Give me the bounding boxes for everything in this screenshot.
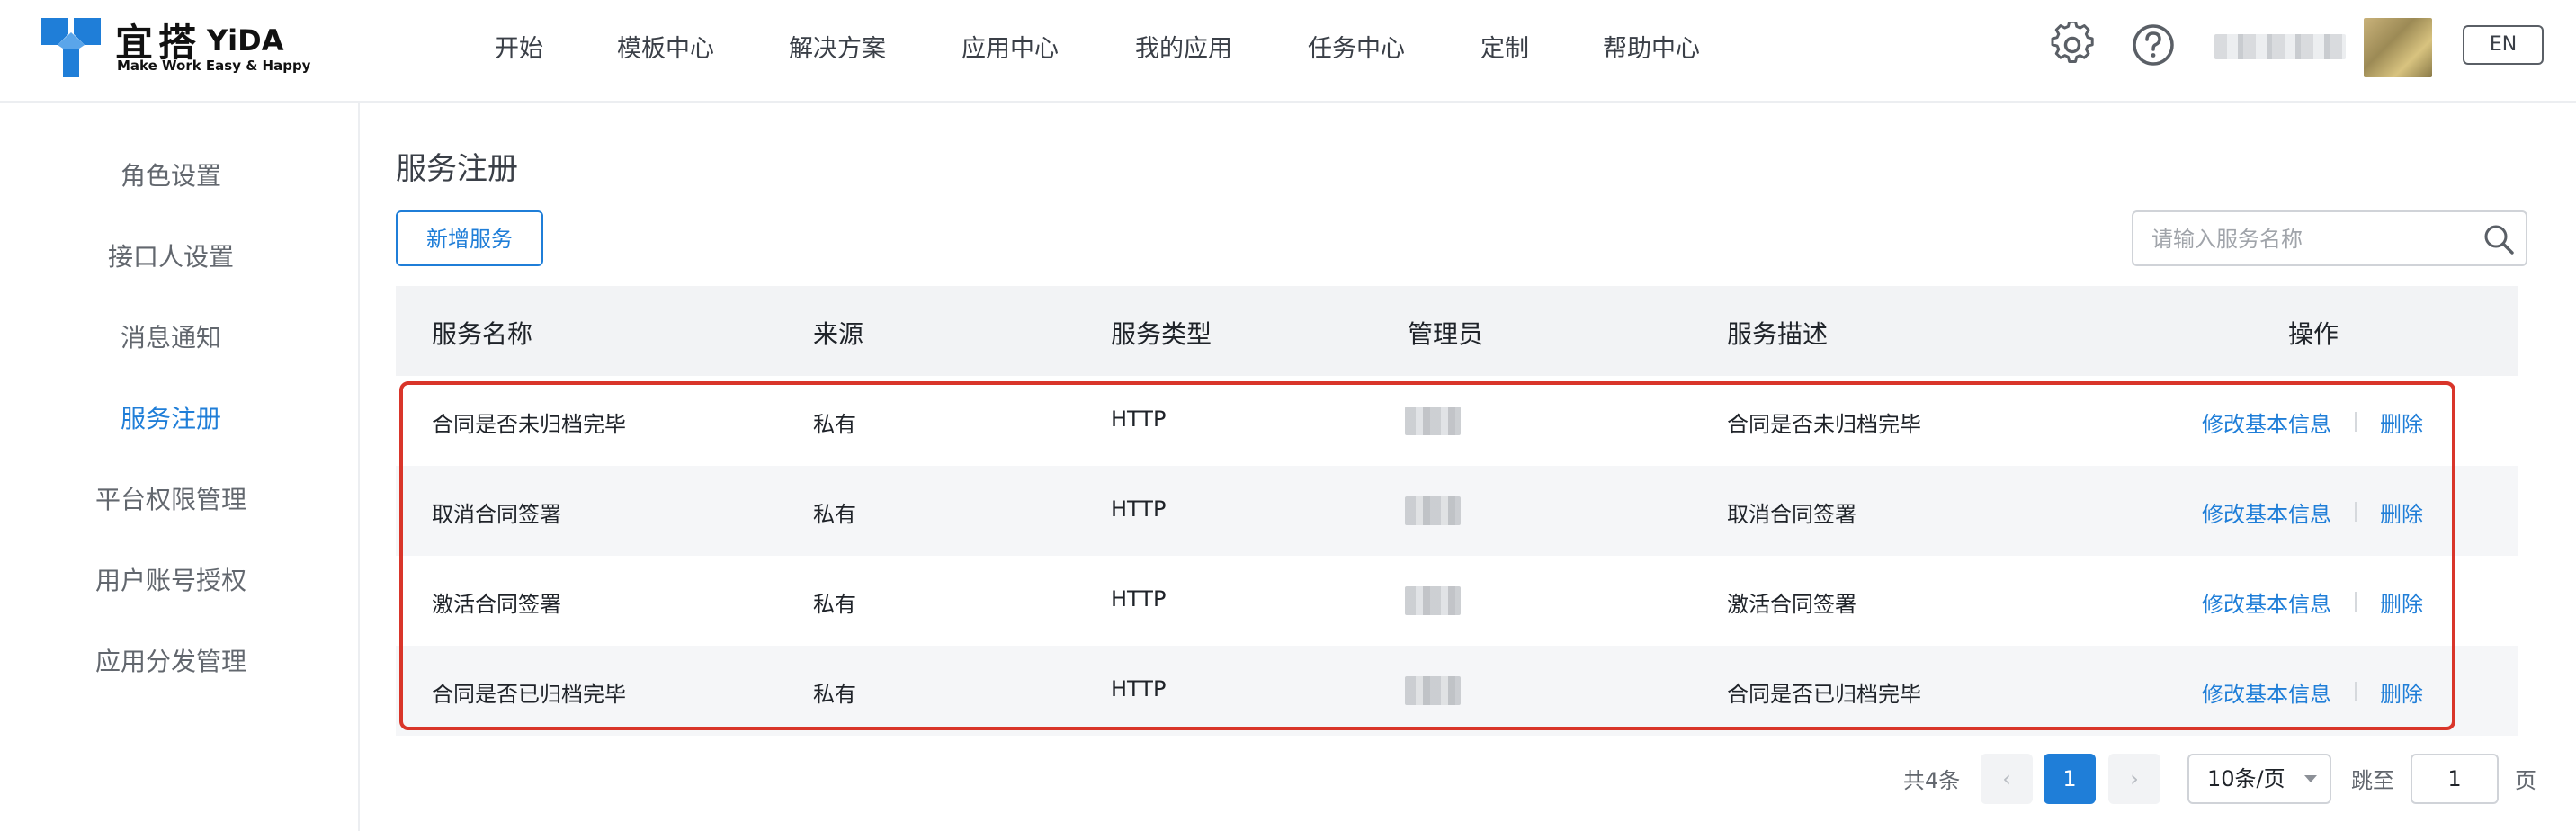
table-row: 取消合同签署 私有 HTTP 取消合同签署 修改基本信息 删除 — [396, 466, 2518, 556]
sidebar-item-app-distribution[interactable]: 应用分发管理 — [0, 642, 342, 678]
action-divider — [2355, 682, 2357, 701]
column-header-service-type: 服务类型 — [1111, 319, 1212, 349]
table-row: 合同是否已归档完毕 私有 HTTP 合同是否已归档完毕 修改基本信息 删除 — [396, 646, 2518, 736]
delete-link[interactable]: 删除 — [2380, 676, 2423, 708]
sidebar-item-service-registration[interactable]: 服务注册 — [0, 399, 342, 435]
edit-basic-info-link[interactable]: 修改基本信息 — [2202, 676, 2331, 708]
jump-page-input[interactable] — [2411, 754, 2499, 804]
sidebar-item-role-settings[interactable]: 角色设置 — [0, 156, 342, 192]
search-icon[interactable] — [2482, 223, 2515, 255]
cell-admin-blurred — [1405, 676, 1461, 705]
page-size-select[interactable]: 10条/页 — [2187, 754, 2331, 804]
delete-link[interactable]: 删除 — [2380, 586, 2423, 618]
brand-tagline: Make Work Easy & Happy — [117, 58, 311, 74]
table-header: 服务名称 来源 服务类型 管理员 服务描述 操作 — [396, 286, 2518, 376]
language-switch-button[interactable]: EN — [2463, 25, 2544, 65]
brand-name-en: YiDA — [207, 23, 284, 58]
pagination-page-1[interactable]: 1 — [2044, 754, 2096, 804]
nav-help-center[interactable]: 帮助中心 — [1603, 29, 1700, 64]
edit-basic-info-link[interactable]: 修改基本信息 — [2202, 496, 2331, 528]
pagination-total: 共4条 — [1903, 768, 1961, 793]
cell-admin-blurred — [1405, 407, 1461, 435]
cell-service-type: HTTP — [1111, 407, 1167, 432]
delete-link[interactable]: 删除 — [2380, 407, 2423, 438]
column-header-admin: 管理员 — [1408, 319, 1484, 349]
column-header-actions: 操作 — [2288, 319, 2339, 349]
sidebar-item-notifications[interactable]: 消息通知 — [0, 318, 342, 354]
cell-admin-blurred — [1405, 586, 1461, 615]
user-name-blurred[interactable] — [2214, 34, 2346, 59]
table-row: 合同是否未归档完毕 私有 HTTP 合同是否未归档完毕 修改基本信息 删除 — [396, 376, 2518, 466]
gear-icon[interactable] — [2049, 22, 2096, 68]
action-divider — [2355, 502, 2357, 522]
jump-to-label: 跳至 — [2351, 768, 2394, 793]
cell-description: 激活合同签署 — [1727, 592, 1856, 617]
column-header-description: 服务描述 — [1727, 319, 1829, 349]
page-suffix-label: 页 — [2515, 768, 2536, 793]
cell-service-name: 合同是否未归档完毕 — [432, 412, 626, 437]
help-circle-icon[interactable] — [2130, 22, 2177, 68]
cell-description: 取消合同签署 — [1727, 502, 1856, 527]
pagination-next-button[interactable]: › — [2108, 754, 2160, 804]
cell-service-type: HTTP — [1111, 496, 1167, 522]
cell-admin-blurred — [1405, 496, 1461, 525]
pagination-prev-button[interactable]: ‹ — [1981, 754, 2033, 804]
cell-service-type: HTTP — [1111, 676, 1167, 701]
page-title: 服务注册 — [396, 151, 518, 187]
cell-service-name: 取消合同签署 — [432, 502, 561, 527]
delete-link[interactable]: 删除 — [2380, 496, 2423, 528]
edit-basic-info-link[interactable]: 修改基本信息 — [2202, 407, 2331, 438]
sidebar-item-contact-settings[interactable]: 接口人设置 — [0, 237, 342, 273]
chevron-down-icon — [2304, 775, 2317, 782]
avatar[interactable] — [2364, 18, 2432, 77]
cell-source: 私有 — [813, 682, 856, 707]
search-box — [2132, 210, 2527, 266]
column-header-service-name: 服务名称 — [432, 319, 533, 349]
cell-service-name: 合同是否已归档完毕 — [432, 682, 626, 707]
cell-source: 私有 — [813, 412, 856, 437]
action-divider — [2355, 592, 2357, 612]
nav-solutions[interactable]: 解决方案 — [789, 29, 886, 64]
cell-description: 合同是否未归档完毕 — [1727, 412, 1921, 437]
nav-app-center[interactable]: 应用中心 — [962, 29, 1059, 64]
search-input[interactable] — [2150, 212, 2459, 266]
nav-my-apps[interactable]: 我的应用 — [1135, 29, 1232, 64]
edit-basic-info-link[interactable]: 修改基本信息 — [2202, 586, 2331, 618]
page-size-value: 10条/页 — [2207, 766, 2285, 791]
nav-start[interactable]: 开始 — [495, 29, 543, 64]
nav-template-center[interactable]: 模板中心 — [617, 29, 714, 64]
yida-logo-icon[interactable] — [41, 18, 101, 77]
sidebar-item-user-authorization[interactable]: 用户账号授权 — [0, 561, 342, 597]
cell-service-type: HTTP — [1111, 586, 1167, 612]
top-navbar: 宜搭 YiDA Make Work Easy & Happy 开始 模板中心 解… — [0, 0, 2576, 103]
cell-source: 私有 — [813, 502, 856, 527]
cell-description: 合同是否已归档完毕 — [1727, 682, 1921, 707]
action-divider — [2355, 412, 2357, 432]
column-header-source: 来源 — [813, 319, 864, 349]
nav-task-center[interactable]: 任务中心 — [1308, 29, 1405, 64]
sidebar-item-platform-permissions[interactable]: 平台权限管理 — [0, 480, 342, 516]
nav-customize[interactable]: 定制 — [1480, 29, 1529, 64]
cell-service-name: 激活合同签署 — [432, 592, 561, 617]
table-row: 激活合同签署 私有 HTTP 激活合同签署 修改基本信息 删除 — [396, 556, 2518, 646]
settings-sidebar: 角色设置 接口人设置 消息通知 服务注册 平台权限管理 用户账号授权 应用分发管… — [0, 103, 360, 831]
add-service-button[interactable]: 新增服务 — [396, 210, 543, 266]
cell-source: 私有 — [813, 592, 856, 617]
